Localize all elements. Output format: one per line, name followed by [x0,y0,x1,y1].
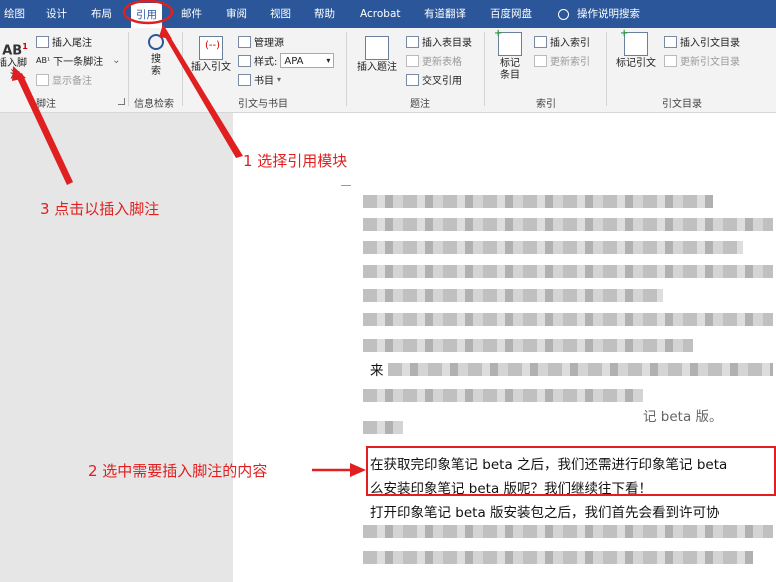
annotation-step-3: 3 点击以插入脚注 [40,200,160,218]
annotation-step-1: 1 选择引用模块 [243,152,348,170]
tab-highlight-circle [122,0,174,25]
arrow-head [350,463,366,477]
arrow-to-insert-footnote [16,73,73,185]
annotation-step-2: 2 选中需要插入脚注的内容 [88,462,268,480]
arrow-to-references-tab [162,30,243,158]
arrow-head [159,24,172,39]
annotation-arrows [12,0,366,477]
